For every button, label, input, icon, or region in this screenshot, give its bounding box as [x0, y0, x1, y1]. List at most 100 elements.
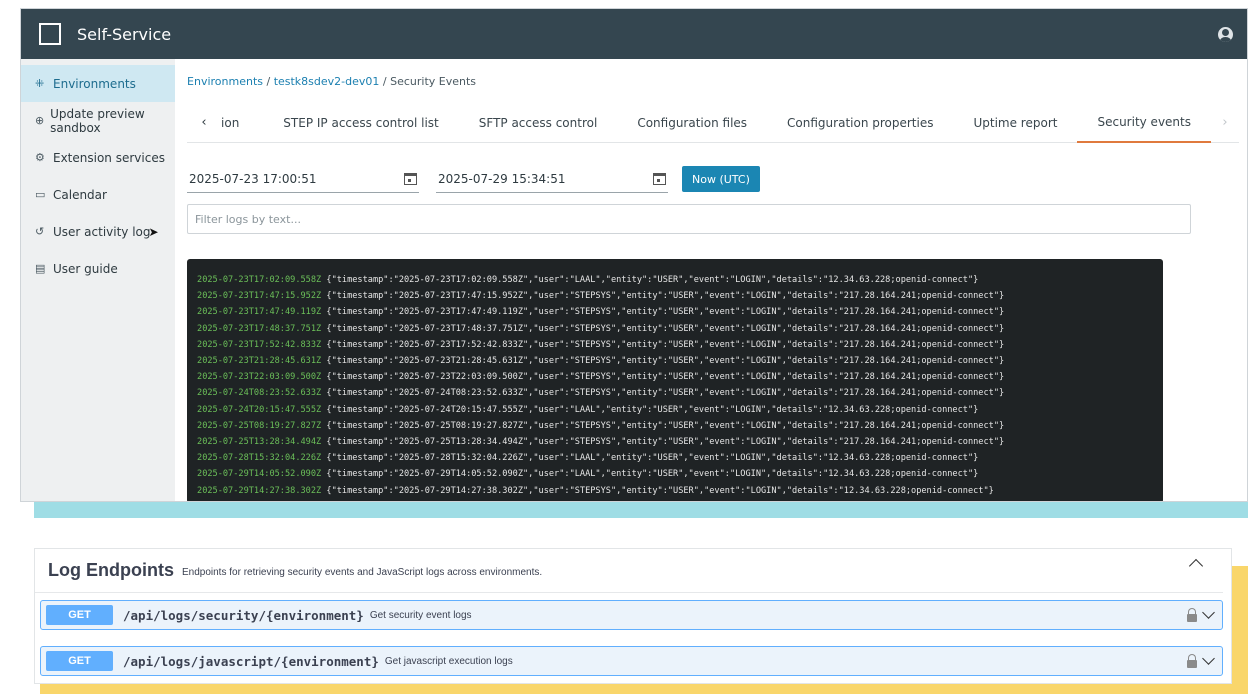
tab-sftp-access-control[interactable]: SFTP access control [459, 103, 618, 143]
log-timestamp: 2025-07-25T13:28:34.494Z [197, 437, 322, 448]
log-json: {"timestamp":"2025-07-23T17:47:15.952Z",… [326, 291, 1005, 302]
sidebar-item-label: Update preview sandbox [50, 106, 145, 135]
log-line: 2025-07-25T08:19:27.827Z {"timestamp":"2… [197, 418, 1153, 434]
log-timestamp: 2025-07-23T22:03:09.500Z [197, 372, 322, 383]
filter-logs-input[interactable]: Filter logs by text... [187, 204, 1192, 234]
log-timestamp: 2025-07-28T15:32:04.226Z [197, 453, 322, 464]
tab-scroll-left-icon[interactable]: ‹ [187, 115, 221, 130]
operation-summary: Get security event logs [369, 609, 472, 621]
user-account-icon[interactable] [1218, 26, 1233, 42]
tab-configuration-properties[interactable]: Configuration properties [767, 103, 953, 143]
mouse-cursor-icon: ➤ [148, 224, 159, 239]
log-endpoints-header[interactable]: Log Endpoints Endpoints for retrieving s… [35, 549, 1223, 593]
sidebar-item-extension-services[interactable]: ⚙ Extension services [21, 139, 175, 176]
http-method-badge: GET [46, 605, 113, 625]
tab-uptime-report[interactable]: Uptime report [953, 103, 1077, 143]
log-json: {"timestamp":"2025-07-25T13:28:34.494Z",… [326, 437, 1005, 448]
calendar-icon: ▭ [35, 188, 46, 201]
tab-scroll-right-icon[interactable]: › [1211, 115, 1239, 130]
sidebar-item-update-preview-sandbox[interactable]: ⊕ Update preview sandbox [21, 102, 175, 139]
log-json: {"timestamp":"2025-07-25T08:19:27.827Z",… [326, 420, 1005, 431]
now-utc-button[interactable]: Now (UTC) [682, 166, 760, 192]
end-date-input[interactable]: 2025-07-29 15:34:51 [436, 165, 669, 193]
log-json: {"timestamp":"2025-07-23T22:03:09.500Z",… [326, 372, 1005, 383]
start-date-input[interactable]: 2025-07-23 17:00:51 [187, 165, 420, 193]
sidebar-item-label: Environments [53, 76, 136, 91]
log-timestamp: 2025-07-23T17:48:37.751Z [197, 323, 322, 334]
breadcrumb-environments-link[interactable]: Environments [187, 75, 263, 88]
log-json: {"timestamp":"2025-07-24T08:23:52.633Z",… [326, 388, 1005, 399]
log-timestamp: 2025-07-23T17:47:15.952Z [197, 291, 322, 302]
sidebar-item-label: User guide [53, 261, 118, 276]
log-timestamp: 2025-07-23T17:02:09.558Z [197, 275, 322, 285]
log-line: 2025-07-24T20:15:47.555Z {"timestamp":"2… [197, 402, 1153, 418]
log-line: 2025-07-23T17:47:15.952Z {"timestamp":"2… [197, 288, 1153, 304]
breadcrumb-separator: / [379, 75, 391, 88]
sidebar-item-calendar[interactable]: ▭ Calendar [21, 176, 175, 213]
log-timestamp: 2025-07-23T17:47:49.119Z [197, 307, 322, 318]
sandbox-icon: ⊕ [35, 114, 45, 127]
log-line: 2025-07-28T15:32:04.226Z {"timestamp":"2… [197, 450, 1153, 466]
page: Self-Service ⁜ Environments ⊕ Update pre… [0, 0, 1248, 700]
log-line: 2025-07-23T17:48:37.751Z {"timestamp":"2… [197, 321, 1153, 337]
log-json: {"timestamp":"2025-07-23T17:02:09.558Z",… [326, 275, 979, 285]
calendar-picker-icon[interactable] [653, 172, 667, 185]
log-line: 2025-07-23T17:52:42.833Z {"timestamp":"2… [197, 337, 1153, 353]
http-method-badge: GET [46, 651, 113, 671]
log-output: 2025-07-23T17:02:09.558Z {"timestamp":"2… [187, 259, 1164, 501]
chevron-down-icon[interactable] [1202, 652, 1215, 665]
log-timestamp: 2025-07-23T21:28:45.631Z [197, 356, 322, 367]
end-date-value: 2025-07-29 15:34:51 [438, 171, 566, 186]
log-line: 2025-07-23T22:03:09.500Z {"timestamp":"2… [197, 369, 1153, 385]
main-content: Environments / testk8sdev2-dev01 / Secur… [175, 59, 1247, 501]
operation-get-javascript-logs[interactable]: GET /api/logs/javascript/{environment} G… [40, 646, 1223, 676]
log-line: 2025-07-29T14:27:38.302Z {"timestamp":"2… [197, 483, 1153, 499]
section-description: Endpoints for retrieving security events… [181, 566, 543, 578]
operation-get-security-logs[interactable]: GET /api/logs/security/{environment} Get… [40, 600, 1223, 630]
app-title: Self-Service [77, 24, 172, 44]
log-json: {"timestamp":"2025-07-23T17:47:49.119Z",… [326, 307, 1005, 318]
log-json: {"timestamp":"2025-07-23T17:52:42.833Z",… [326, 339, 1005, 350]
log-json: {"timestamp":"2025-07-29T14:27:38.302Z",… [326, 485, 994, 496]
log-json: {"timestamp":"2025-07-28T15:32:04.226Z",… [326, 453, 979, 464]
sidebar-item-user-guide[interactable]: ▤ User guide [21, 250, 175, 287]
calendar-picker-icon[interactable] [404, 172, 418, 185]
app-logo-icon [39, 23, 61, 45]
log-line: 2025-07-23T17:02:09.558Z {"timestamp":"2… [197, 272, 1153, 288]
breadcrumb-current: Security Events [390, 75, 477, 88]
log-timestamp: 2025-07-24T08:23:52.633Z [197, 388, 322, 399]
breadcrumb-environment-link[interactable]: testk8sdev2-dev01 [274, 75, 380, 88]
operation-path: /api/logs/security/{environment} [123, 607, 364, 623]
operation-summary: Get javascript execution logs [384, 655, 513, 667]
sidebar-item-label: Calendar [53, 187, 107, 202]
section-title: Log Endpoints [48, 560, 174, 580]
book-icon: ▤ [35, 262, 46, 275]
lock-icon[interactable] [1187, 654, 1197, 668]
sidebar-item-environments[interactable]: ⁜ Environments [21, 65, 176, 102]
tab-partial[interactable]: ion [221, 103, 263, 143]
breadcrumb-separator: / [262, 75, 274, 88]
sidebar: ⁜ Environments ⊕ Update preview sandbox … [21, 59, 176, 501]
log-line: 2025-07-24T08:23:52.633Z {"timestamp":"2… [197, 385, 1153, 401]
sidebar-item-label: User activity log [53, 224, 151, 239]
environments-icon: ⁜ [35, 77, 45, 90]
lock-icon[interactable] [1187, 608, 1197, 622]
log-timestamp: 2025-07-24T20:15:47.555Z [197, 404, 322, 415]
log-timestamp: 2025-07-29T14:27:38.302Z [197, 485, 322, 496]
sidebar-item-user-activity-log[interactable]: ↺ User activity log ➤ [21, 213, 175, 250]
log-json: {"timestamp":"2025-07-23T17:48:37.751Z",… [326, 323, 1005, 334]
log-timestamp: 2025-07-23T17:52:42.833Z [197, 339, 322, 350]
tab-security-events[interactable]: Security events [1077, 103, 1211, 143]
log-json: {"timestamp":"2025-07-24T20:15:47.555Z",… [326, 404, 979, 415]
chevron-down-icon[interactable] [1202, 606, 1215, 619]
log-timestamp: 2025-07-29T14:05:52.090Z [197, 469, 322, 480]
operation-path: /api/logs/javascript/{environment} [123, 653, 379, 669]
log-json: {"timestamp":"2025-07-23T21:28:45.631Z",… [326, 356, 1005, 367]
log-endpoints-panel: Log Endpoints Endpoints for retrieving s… [34, 548, 1232, 684]
log-line: 2025-07-23T21:28:45.631Z {"timestamp":"2… [197, 353, 1153, 369]
log-line: 2025-07-29T14:05:52.090Z {"timestamp":"2… [197, 466, 1153, 482]
log-line: 2025-07-25T13:28:34.494Z {"timestamp":"2… [197, 434, 1153, 450]
tab-step-ip-access-control-list[interactable]: STEP IP access control list [263, 103, 458, 143]
tab-configuration-files[interactable]: Configuration files [617, 103, 767, 143]
app-window: Self-Service ⁜ Environments ⊕ Update pre… [20, 8, 1248, 502]
